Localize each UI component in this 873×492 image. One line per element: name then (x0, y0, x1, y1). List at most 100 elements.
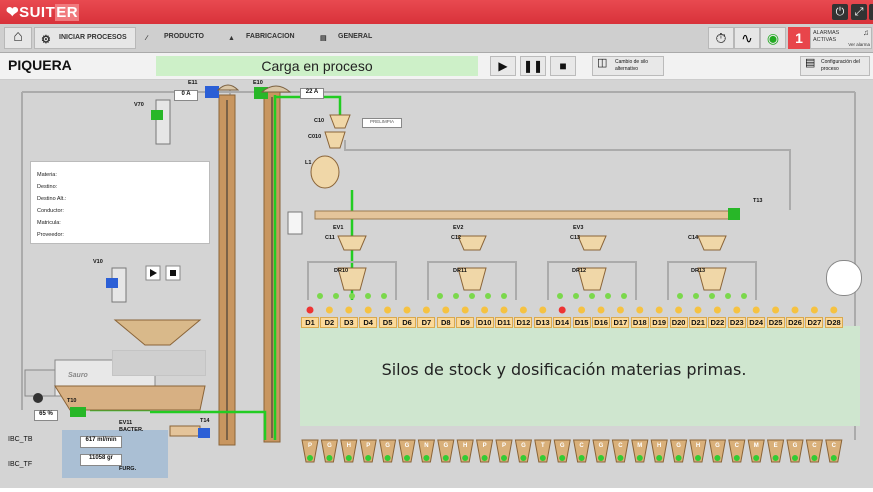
silo-indicator (442, 306, 450, 314)
reception-hopper (54, 385, 206, 411)
silo-label[interactable]: D14 (553, 317, 572, 328)
silo-label[interactable]: D25 (766, 317, 785, 328)
silo-label[interactable]: D26 (786, 317, 804, 328)
silo-valve (772, 455, 779, 461)
silo-indicator (772, 306, 780, 314)
tag-dr12: DR12 (572, 268, 587, 274)
distribution-valve (677, 293, 683, 299)
silo-valve (345, 455, 352, 461)
silo-label[interactable]: D7 (417, 317, 436, 328)
distribution-valve (725, 293, 731, 299)
classifier (697, 235, 727, 251)
distribution-valve (333, 293, 339, 299)
tag-dr11: DR11 (453, 268, 467, 274)
distribution-valve (741, 293, 747, 299)
silo-material-letter: T (541, 443, 545, 449)
classifier (457, 235, 487, 251)
silo-indicator (500, 306, 508, 314)
silo-label[interactable]: D2 (320, 317, 339, 328)
silo-label[interactable]: D15 (572, 317, 591, 328)
silo-material-letter: H (347, 443, 351, 449)
silo-valve (365, 455, 372, 461)
distribution-valve (317, 293, 323, 299)
tag-c10: C10 (314, 118, 325, 124)
silo-label[interactable]: D18 (630, 317, 649, 328)
tag-dr10: DR10 (334, 268, 349, 274)
distribution-valve (485, 293, 491, 299)
silo-label[interactable]: D21 (689, 317, 707, 328)
silo-label[interactable]: D3 (339, 317, 358, 328)
silo-indicator (325, 306, 333, 314)
silo-material-letter: G (715, 443, 720, 449)
silo-indicator (384, 306, 392, 314)
silo-valve (811, 455, 818, 461)
silo-label[interactable]: D22 (708, 317, 727, 328)
silo-material-letter: C (812, 443, 817, 449)
flow-rate-value: 617 ml/min (80, 436, 122, 448)
silo-material-letter: H (463, 443, 467, 449)
tag-c11: C11 (325, 235, 335, 241)
silo-indicator (694, 306, 702, 314)
silo-label[interactable]: D10 (475, 317, 494, 328)
stamp-logo (826, 260, 862, 296)
silo-label[interactable]: D24 (747, 317, 766, 328)
silo-material-letter: M (754, 443, 759, 449)
silo-material-letter: P (483, 443, 487, 449)
silo-indicator (306, 306, 314, 314)
conveyor-t13 (314, 210, 736, 220)
silo-label[interactable]: D12 (514, 317, 533, 328)
silo-label[interactable]: D23 (727, 317, 746, 328)
tag-t13: T13 (753, 198, 763, 204)
silo-indicator (655, 306, 663, 314)
silo-label[interactable]: D1 (301, 317, 319, 328)
silo-label[interactable]: D11 (495, 317, 513, 328)
tag-e11: E11 (188, 80, 198, 86)
silo-label[interactable]: D8 (436, 317, 455, 328)
load-info-panel: Materia: Destino: Destino Alt.: Conductor: M… (30, 161, 210, 244)
silo-indicator (675, 306, 683, 314)
silo-material-letter: G (560, 443, 565, 449)
silo-material-letter: G (599, 443, 604, 449)
silo-label[interactable]: D17 (611, 317, 630, 328)
silo-label[interactable]: D4 (359, 317, 378, 328)
silo-indicator (597, 306, 605, 314)
silo-valve (753, 455, 760, 461)
silo-label[interactable]: D9 (456, 317, 475, 328)
silo-indicator (830, 306, 838, 314)
silo-label[interactable]: D28 (824, 317, 843, 328)
distribution-valve (557, 293, 563, 299)
silo-valve (442, 455, 449, 461)
silos-caption: Silos de stock y dosificación materias p… (381, 360, 747, 379)
silo-valve (520, 455, 527, 461)
silo-label[interactable]: D16 (592, 317, 610, 328)
silo-valve (326, 455, 333, 461)
tag-c010: C010 (308, 134, 322, 140)
silo-indicator (616, 306, 624, 314)
tag-ev2: EV2 (453, 225, 464, 231)
silo-material-letter: G (385, 443, 390, 449)
info-field-label: Destino: (37, 184, 58, 190)
silo-label[interactable]: D27 (805, 317, 824, 328)
label-ibc-tf: IBC_TF (8, 461, 33, 468)
silo-label[interactable]: D5 (378, 317, 397, 328)
silo-material-letter: G (443, 443, 448, 449)
silo-label[interactable]: D19 (650, 317, 669, 328)
classifier (337, 235, 367, 251)
silo-valve (501, 455, 507, 461)
silo-indicator (713, 306, 721, 314)
silo-material-letter: N (424, 443, 428, 449)
silo-label[interactable]: D6 (398, 317, 416, 328)
silo-valve (423, 455, 430, 461)
silo-label[interactable]: D20 (669, 317, 688, 328)
silo-valve (307, 455, 313, 461)
silo-indicator (558, 306, 566, 314)
silo-indicator (345, 306, 353, 314)
silo-material-letter: C (735, 443, 740, 449)
silo-material-letter: G (676, 443, 681, 449)
silo-indicator (810, 306, 818, 314)
truck-cab (24, 369, 56, 397)
silo-valve (656, 455, 663, 461)
info-field-label: Conductor: (37, 208, 64, 214)
label-ibc-tb: IBC_TB (8, 436, 33, 443)
silo-label[interactable]: D13 (533, 317, 552, 328)
